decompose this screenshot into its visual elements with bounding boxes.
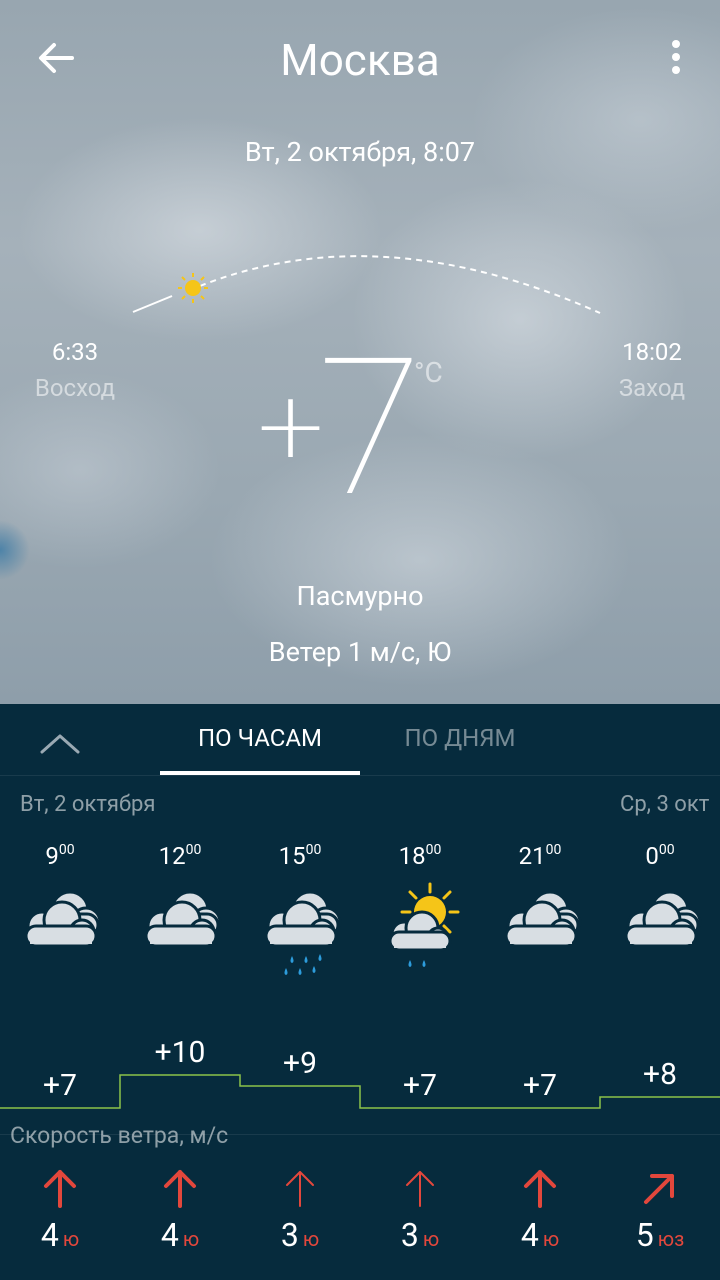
sun-position-icon [178,273,208,303]
wind-direction: ю [62,1227,80,1251]
cloudy-icon [24,890,102,948]
wind-speed-title: Скорость ветра, м/с [10,1122,229,1149]
arrow-up-icon [44,1170,76,1208]
wind-direction: ю [302,1227,320,1251]
temp-unit: °C [414,356,443,389]
hour-time: 2100 [518,842,562,870]
wind-direction: ю [422,1227,440,1251]
arrow-up-icon [164,1170,196,1208]
hour-time: 1800 [398,842,442,870]
wind-speed: 4 [520,1216,539,1254]
temp-label: +8 [643,1057,677,1092]
wind-item: 3ю [240,1166,360,1254]
wind-speed: 3 [280,1216,299,1254]
hour-time: 1500 [278,842,322,870]
cloudy-icon [144,890,222,948]
current-weather-section: Москва Вт, 2 октября, 8:07 6:33 Восход 1… [0,0,720,704]
hour-item: 1200 [120,830,240,966]
cloudy-icon [624,890,702,948]
wind-item: 4ю [0,1166,120,1254]
arrow-up-right-icon [644,1174,674,1204]
hour-item: 000 [600,830,720,966]
temp-label: +7 [43,1068,77,1103]
wind-direction: ю [182,1227,200,1251]
wind-item: 4ю [120,1166,240,1254]
wind-item: 4ю [480,1166,600,1254]
wind-direction: юз [657,1227,685,1251]
tabs-divider [0,775,720,776]
hour-item: 2100 [480,830,600,966]
sunset-time: 18:02 [622,338,682,366]
wind-direction: ю [542,1227,560,1251]
sunrise-label: Восход [34,374,116,402]
hourly-forecast-list[interactable]: 900 1200 1500 1800 2100 000 [0,830,720,990]
wind-speed: 4 [40,1216,59,1254]
forecast-panel: ПО ЧАСАМ ПО ДНЯМ Вт, 2 октября Ср, 3 окт… [0,704,720,1280]
wind-speed: 4 [160,1216,179,1254]
temp-label: +7 [403,1068,437,1103]
tab-daily[interactable]: ПО ДНЯМ [360,724,560,764]
sky-background [0,520,30,580]
cloudy-icon [504,890,582,948]
wind-item: 3ю [360,1166,480,1254]
temp-label: +7 [523,1068,557,1103]
hour-time: 000 [645,842,675,870]
tab-hourly[interactable]: ПО ЧАСАМ [160,724,360,764]
hour-item: 900 [0,830,120,966]
sunset-label: Заход [618,374,686,402]
sunrise-time: 6:33 [51,338,99,366]
hour-item: 1800 [360,830,480,982]
temp-label: +9 [283,1046,317,1081]
day-label: Ср, 3 окт [620,792,710,817]
hour-time: 900 [45,842,75,870]
current-wind: Ветер 1 м/с, Ю [268,636,452,668]
weather-condition: Пасмурно [296,580,424,612]
day-label: Вт, 2 октября [20,792,156,817]
hour-time: 1200 [158,842,202,870]
wind-item: 5 юз [600,1166,720,1254]
wind-speed: 3 [400,1216,419,1254]
wind-speed: 5 [635,1216,654,1254]
arrow-up-icon [524,1170,556,1208]
current-temp-value: 7 [318,318,422,540]
cloudy-rain-icon [264,890,342,975]
chevron-up-icon[interactable] [36,724,84,760]
sun-cloud-rain-icon [388,882,460,967]
arrow-up-thin-icon [286,1171,314,1207]
temp-label: +10 [154,1035,206,1070]
hour-item: 1500 [240,830,360,982]
arrow-up-thin-icon [406,1171,434,1207]
